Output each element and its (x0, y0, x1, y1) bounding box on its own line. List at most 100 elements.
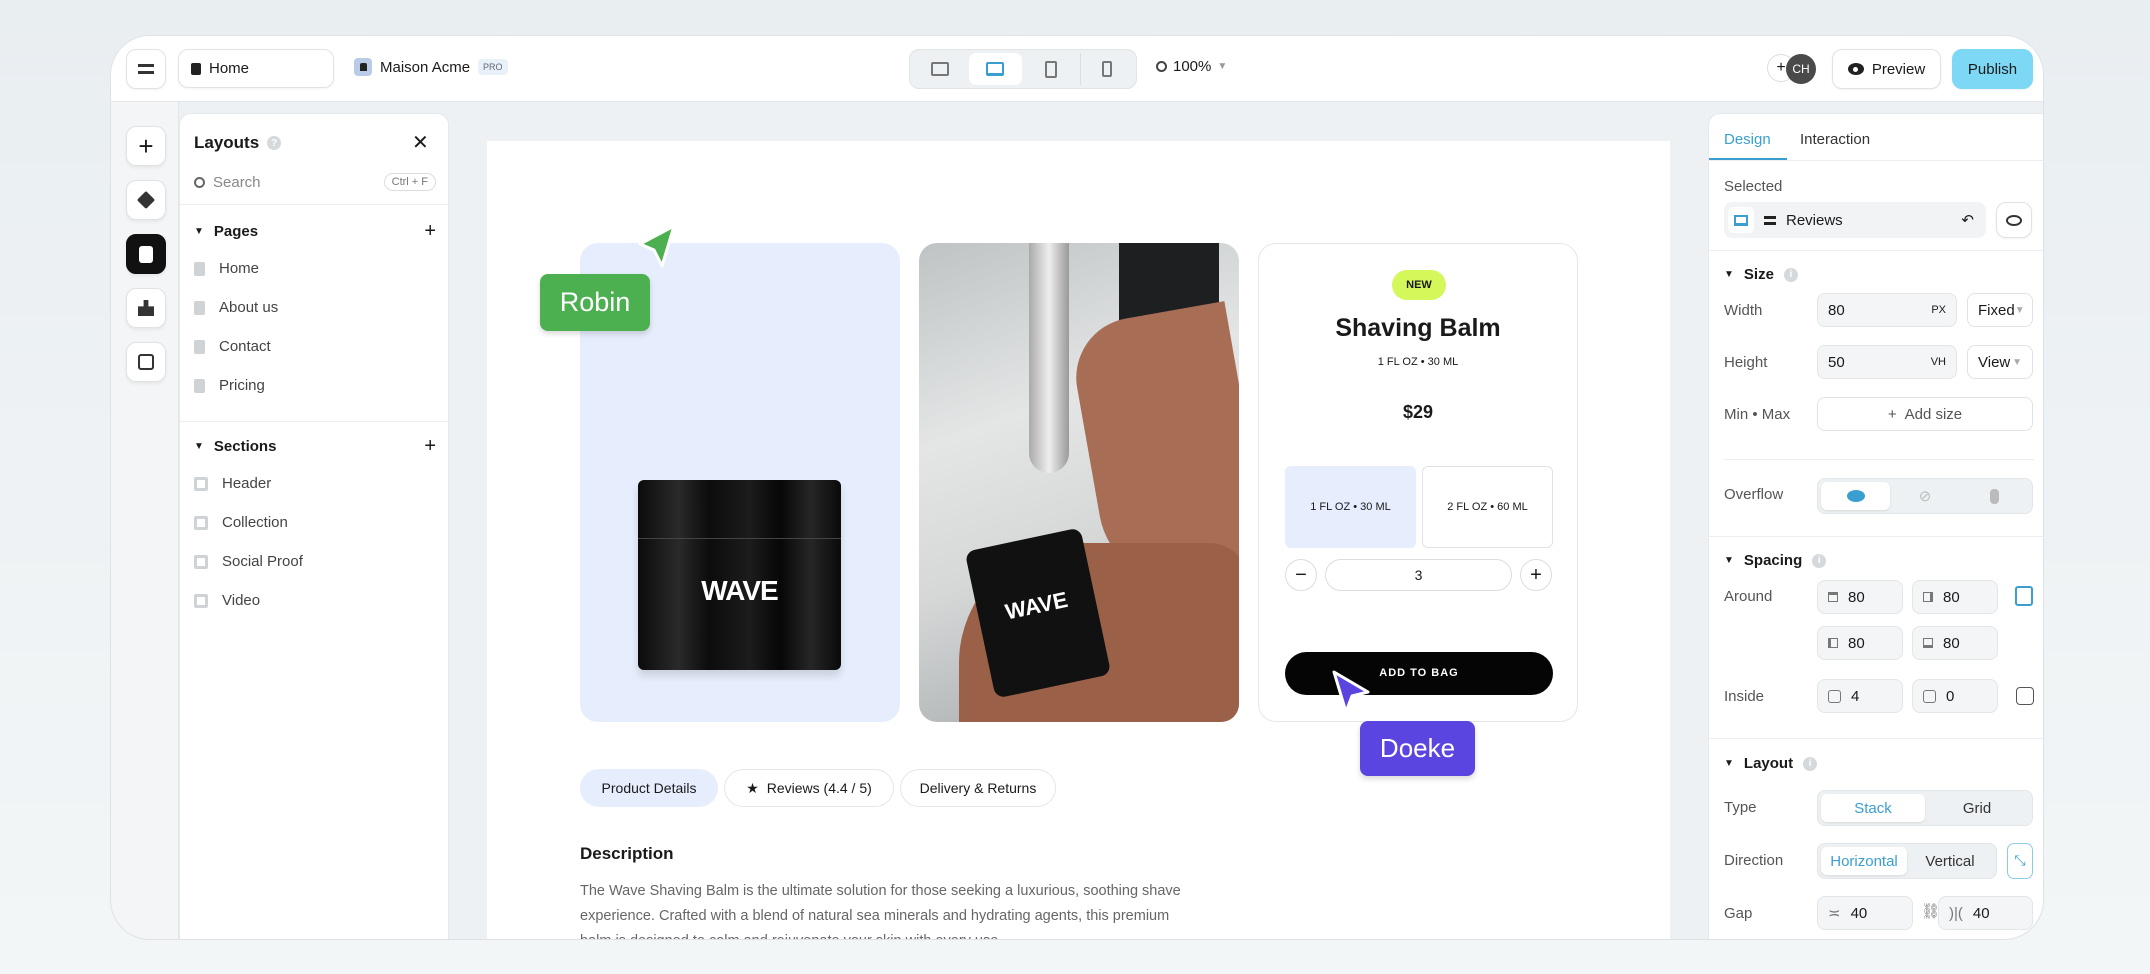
add-size-label: Add size (1904, 405, 1963, 423)
menu-button[interactable] (126, 49, 166, 89)
pages-section-header[interactable]: ▼ Pages + (194, 220, 436, 243)
overflow-visible-button[interactable] (1821, 482, 1891, 510)
site-icon (354, 58, 372, 76)
section-item-video[interactable]: Video (194, 592, 260, 609)
preview-button[interactable]: Preview (1832, 49, 1941, 89)
caret-down-icon: ▼ (1724, 758, 1734, 769)
padding-top-input[interactable]: 80 (1817, 580, 1903, 614)
list-item-label: Video (222, 592, 261, 609)
height-mode-select[interactable]: View ▼ (1967, 345, 2033, 379)
plus-icon: + (138, 130, 154, 161)
device-tablet-button[interactable] (1024, 53, 1078, 85)
product-price: $29 (1402, 402, 1434, 422)
layers-icon (136, 190, 156, 210)
page-item-pricing[interactable]: Pricing (194, 377, 265, 394)
avatar[interactable]: CH (1786, 54, 1816, 84)
type-grid-option[interactable]: Grid (1925, 794, 2029, 822)
scroll-icon (1989, 488, 1999, 504)
section-item-social-proof[interactable]: Social Proof (194, 553, 303, 570)
add-element-button[interactable]: + (126, 126, 166, 166)
type-stack-option[interactable]: Stack (1821, 794, 1925, 822)
laptop-icon (986, 62, 1005, 76)
mobile-icon (1101, 61, 1112, 77)
search-input[interactable]: Search Ctrl + F (194, 173, 436, 191)
column-gap-input[interactable]: )|(40 (1938, 896, 2033, 930)
increase-quantity-button[interactable]: + (1520, 559, 1552, 591)
padding-left-input[interactable]: 80 (1817, 626, 1903, 660)
overflow-scroll-button[interactable] (1960, 482, 2029, 510)
width-input[interactable]: 80 PX (1817, 293, 1957, 327)
layers-button[interactable] (126, 180, 166, 220)
selected-element[interactable]: Reviews ↶ (1724, 202, 1986, 238)
add-section-icon[interactable]: + (424, 435, 436, 458)
width-label: Width (1724, 302, 1763, 319)
product-subtitle: 1 FL OZ • 30 ML (1377, 356, 1459, 368)
direction-vertical-option[interactable]: Vertical (1907, 847, 1993, 875)
product-info-card: NEW Shaving Balm 1 FL OZ • 30 ML $29 1 F… (1258, 243, 1578, 722)
inside-horizontal-input[interactable]: 0 (1912, 679, 1998, 713)
direction-horizontal-option[interactable]: Horizontal (1821, 847, 1907, 875)
padding-right-value: 80 (1943, 588, 1960, 606)
padding-left-value: 80 (1848, 634, 1865, 652)
width-value: 80 (1828, 301, 1845, 319)
site-name[interactable]: Maison Acme PRO (354, 58, 508, 76)
link-padding-icon[interactable] (2015, 586, 2033, 606)
assets-button[interactable] (126, 342, 166, 382)
page-item-home[interactable]: Home (194, 260, 259, 277)
direction-toggle: Horizontal Vertical (1817, 843, 1997, 879)
padding-bottom-input[interactable]: 80 (1912, 626, 1998, 660)
list-item-label: Header (222, 475, 272, 492)
publish-button[interactable]: Publish (1952, 49, 2033, 89)
page-item-about-us[interactable]: About us (194, 299, 278, 316)
section-item-header[interactable]: Header (194, 475, 271, 492)
undo-icon[interactable]: ↶ (1961, 211, 1982, 229)
selected-label: Selected (1724, 178, 1783, 195)
sections-section-header[interactable]: ▼ Sections + (194, 435, 436, 458)
variant-option[interactable]: 1 FL OZ • 30 ML (1285, 466, 1416, 548)
tab-delivery-returns[interactable]: Delivery & Returns (900, 769, 1056, 807)
page-selector[interactable]: Home (178, 49, 334, 88)
device-mobile-button[interactable] (1079, 53, 1134, 85)
tab-reviews[interactable]: ★ Reviews (4.4 / 5) (724, 769, 894, 807)
desktop-icon (930, 62, 949, 76)
styles-button[interactable] (126, 288, 166, 328)
height-input[interactable]: 50 VH (1817, 345, 1957, 379)
inside-individual-icon[interactable] (2016, 687, 2034, 705)
inside-vertical-input[interactable]: 4 (1817, 679, 1903, 713)
spacing-section-header[interactable]: ▼ Spacing i (1724, 552, 1827, 569)
align-toggle-icon[interactable]: ⤡ (2007, 843, 2033, 879)
section-item-collection[interactable]: Collection (194, 514, 288, 531)
tab-interaction[interactable]: Interaction (1800, 131, 1870, 148)
help-icon[interactable]: ? (267, 136, 282, 150)
add-to-bag-button[interactable]: ADD TO BAG (1285, 652, 1553, 695)
pages-button[interactable] (126, 234, 166, 274)
tab-product-details[interactable]: Product Details (580, 769, 718, 807)
page-item-contact[interactable]: Contact (194, 338, 271, 355)
size-section-header[interactable]: ▼ Size i (1724, 266, 1798, 283)
zoom-control[interactable]: 100% ▼ (1156, 58, 1227, 75)
decrease-quantity-button[interactable]: − (1285, 559, 1317, 591)
list-item-label: Social Proof (222, 553, 303, 570)
row-gap-input[interactable]: ≍ 40 (1817, 896, 1913, 930)
layout-section-header[interactable]: ▼ Layout i (1724, 755, 1818, 772)
device-laptop-button[interactable] (968, 53, 1022, 85)
overflow-hidden-button[interactable]: ⊘ (1890, 482, 1959, 510)
quantity-input[interactable]: 3 (1325, 559, 1512, 591)
width-unit: PX (1931, 304, 1946, 316)
search-placeholder: Search (213, 173, 261, 191)
minmax-label: Min • Max (1724, 406, 1791, 423)
add-size-button[interactable]: + Add size (1817, 397, 2033, 431)
width-mode-select[interactable]: Fixed ▼ (1967, 293, 2033, 327)
padding-right-input[interactable]: 80 (1912, 580, 1998, 614)
product-lifestyle-photo[interactable]: WAVE (919, 243, 1239, 722)
device-desktop-button[interactable] (913, 53, 967, 85)
close-icon[interactable]: ✕ (412, 130, 429, 155)
product-title: Shaving Balm (1335, 314, 1501, 342)
tab-design[interactable]: Design (1724, 131, 1771, 148)
variant-option[interactable]: 2 FL OZ • 60 ML (1422, 466, 1553, 548)
visibility-toggle[interactable] (1996, 202, 2032, 238)
tablet-icon (1044, 60, 1057, 78)
pages-heading: Pages (213, 223, 259, 240)
add-page-icon[interactable]: + (424, 220, 436, 243)
description-text: The Wave Shaving Balm is the ultimate so… (580, 879, 1181, 939)
